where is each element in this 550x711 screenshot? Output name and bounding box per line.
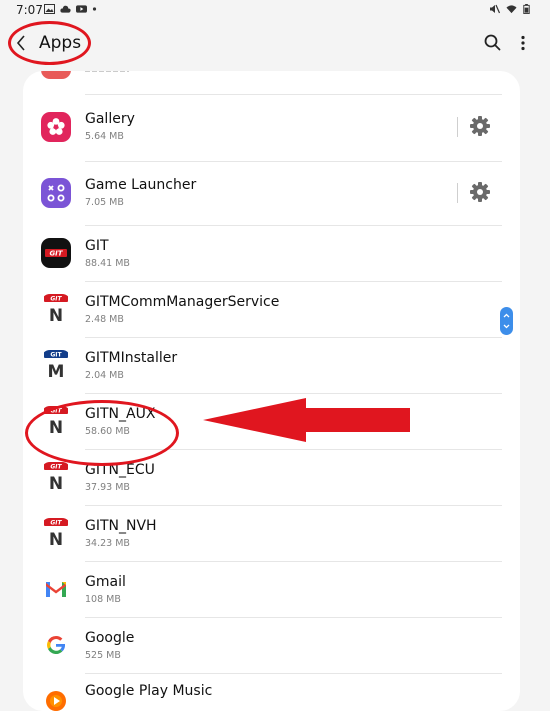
svg-text:N: N: [49, 474, 63, 492]
dot-icon: [92, 7, 97, 11]
gitn-icon: GIT N: [41, 462, 71, 492]
svg-text:GIT: GIT: [50, 351, 62, 358]
git-icon: GIT: [41, 238, 71, 268]
search-button[interactable]: [482, 32, 504, 54]
list-item-game-launcher[interactable]: Game Launcher 7.05 MB: [23, 164, 520, 220]
list-item-gmail[interactable]: Gmail 108 MB: [23, 562, 520, 618]
list-item-gitmcommmanagerservice[interactable]: GIT N GITMCommManagerService 2.48 MB: [23, 282, 520, 338]
app-size: 2.04 MB: [85, 370, 124, 381]
app-name: GITMCommManagerService: [85, 294, 280, 310]
app-size: 525 MB: [85, 650, 121, 661]
battery-icon: [523, 4, 530, 14]
app-name: Game Launcher: [85, 177, 197, 193]
mute-icon: [490, 4, 500, 14]
gear-icon: [470, 182, 490, 202]
google-icon: [41, 630, 71, 660]
search-icon: [484, 34, 501, 51]
gmail-icon: [41, 574, 71, 604]
more-vertical-icon: [521, 35, 525, 51]
svg-text:GIT: GIT: [50, 295, 62, 302]
image-icon: [44, 4, 55, 14]
fast-scroll-handle[interactable]: [500, 307, 513, 335]
app-settings-button[interactable]: [457, 180, 491, 206]
play-music-icon: [41, 686, 71, 711]
svg-text:GIT: GIT: [50, 407, 62, 414]
svg-text:GIT: GIT: [50, 519, 62, 526]
list-item-gitn-ecu[interactable]: GIT N GITN_ECU 37.93 MB: [23, 450, 520, 506]
list-divider: [85, 94, 502, 95]
app-size: 88.41 MB: [85, 258, 130, 269]
gallery-icon: [41, 112, 71, 142]
list-item-gitn-nvh[interactable]: GIT N GITN_NVH 34.23 MB: [23, 506, 520, 562]
gitn-icon: GIT N: [41, 294, 71, 324]
gitn-icon: GIT N: [41, 518, 71, 548]
app-size: 58.60 MB: [85, 426, 130, 437]
game-launcher-icon: [41, 178, 71, 208]
app-name: GITN_ECU: [85, 462, 155, 478]
svg-text:N: N: [49, 306, 63, 324]
app-bar: Apps: [0, 22, 550, 68]
back-button[interactable]: [10, 30, 32, 56]
list-item-gitminstaller[interactable]: GIT M GITMInstaller 2.04 MB: [23, 338, 520, 394]
list-item-git[interactable]: GIT GIT 88.41 MB: [23, 226, 520, 282]
svg-text:GIT: GIT: [50, 463, 62, 470]
app-size: 2.48 MB: [85, 314, 124, 325]
wifi-icon: [506, 5, 517, 14]
app-icon-partial: [41, 71, 71, 79]
app-size: 37.93 MB: [85, 482, 130, 493]
chevron-up-down-icon: [503, 313, 510, 329]
youtube-icon: [76, 5, 87, 13]
svg-text:N: N: [49, 418, 63, 436]
app-size: 5.64 MB: [85, 131, 124, 142]
svg-text:N: N: [49, 530, 63, 548]
svg-text:M: M: [48, 362, 65, 380]
app-size: 108 MB: [85, 594, 121, 605]
list-item-gitn-aux[interactable]: GIT N GITN_AUX 58.60 MB: [23, 394, 520, 450]
more-options-button[interactable]: [512, 32, 534, 54]
app-name: Google: [85, 630, 135, 646]
status-bar: 7:07: [0, 0, 550, 22]
list-item-partial: [23, 71, 520, 81]
app-list: Gallery 5.64 MB Game Launcher 7.05 MB GI…: [23, 71, 520, 711]
app-size: 34.23 MB: [85, 538, 130, 549]
app-size: 7.05 MB: [85, 197, 124, 208]
app-name: GITMInstaller: [85, 350, 178, 366]
app-name: Gmail: [85, 574, 126, 590]
gitm-icon: GIT M: [41, 350, 71, 380]
page-title: Apps: [39, 33, 82, 53]
app-name: GIT: [85, 238, 109, 254]
gitn-icon: GIT N: [41, 406, 71, 436]
app-name: Gallery: [85, 111, 135, 127]
cloud-icon: [60, 5, 71, 13]
chevron-left-icon: [16, 35, 25, 51]
app-name: GITN_AUX: [85, 406, 156, 422]
gear-icon: [470, 116, 490, 136]
list-divider: [85, 161, 502, 162]
status-time: 7:07: [16, 3, 43, 17]
list-item-google[interactable]: Google 525 MB: [23, 618, 520, 674]
app-settings-button[interactable]: [457, 114, 491, 140]
list-item-gallery[interactable]: Gallery 5.64 MB: [23, 98, 520, 154]
svg-text:GIT: GIT: [49, 250, 63, 258]
list-item-google-play-music[interactable]: Google Play Music: [23, 674, 520, 711]
app-name: GITN_NVH: [85, 518, 157, 534]
app-name: Google Play Music: [85, 683, 213, 699]
